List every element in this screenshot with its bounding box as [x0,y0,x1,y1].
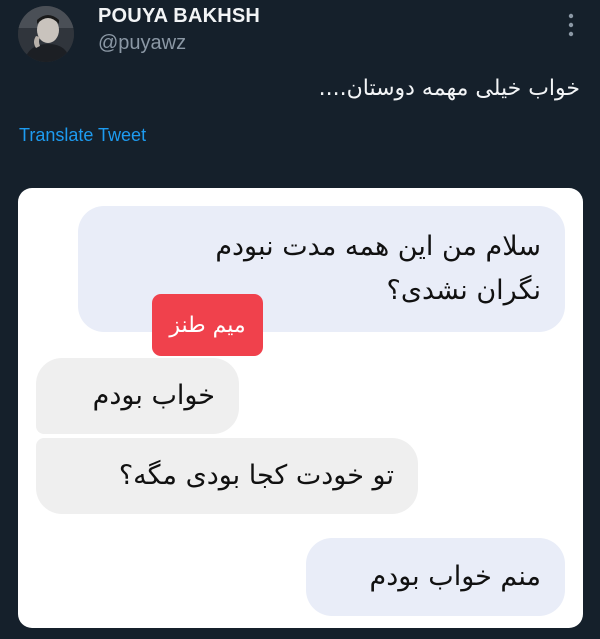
more-vertical-icon[interactable] [562,12,580,38]
avatar[interactable] [18,6,74,62]
user-avatar-icon [18,6,74,62]
tweet: POUYA BAKHSH @puyawz خواب خیلی مهمه دوست… [0,0,600,639]
tweet-media-image[interactable]: سلام من این همه مدت نبودم نگران نشدی؟ خو… [18,188,583,628]
chat-message-text: خواب بودم [92,380,215,411]
chat-bubble-outgoing: تو خودت کجا بودی مگه؟ [36,438,418,514]
tweet-text: خواب خیلی مهمه دوستان.... [318,76,580,101]
meme-badge: میم طنز [152,294,263,356]
translate-tweet-link[interactable]: Translate Tweet [19,125,146,146]
chat-bubble-incoming: منم خواب بودم [306,538,565,616]
chat-message-text: منم خواب بودم [369,561,541,592]
user-handle[interactable]: @puyawz [98,32,186,55]
chat-message-line: سلام من این همه مدت نبودم [215,231,541,262]
chat-message-text: تو خودت کجا بودی مگه؟ [118,460,394,491]
display-name[interactable]: POUYA BAKHSH [98,5,260,28]
chat-bubble-outgoing: خواب بودم [36,358,239,434]
